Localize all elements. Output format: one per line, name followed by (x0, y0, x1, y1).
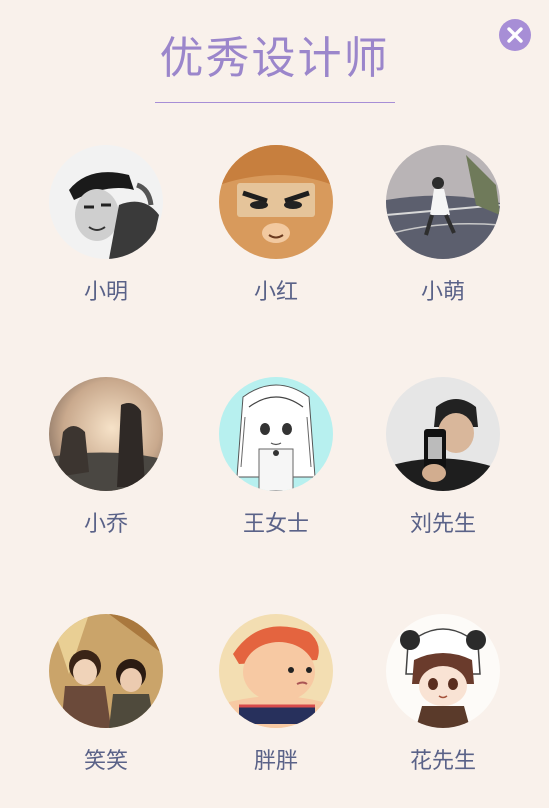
designer-name: 王女士 (242, 512, 309, 537)
designer-card-xiaomeng[interactable]: 小萌 (373, 145, 513, 307)
designer-card-xiaoxiao[interactable]: 笑笑 (36, 614, 176, 776)
avatar (49, 377, 163, 491)
avatar (386, 614, 500, 728)
designer-card-xiaoming[interactable]: 小明 (36, 145, 176, 307)
avatar (219, 377, 333, 491)
designer-name: 小红 (253, 280, 298, 305)
designer-name: 小明 (83, 280, 128, 305)
designer-card-huaxiansheng[interactable]: 花先生 (373, 614, 513, 776)
avatar (386, 377, 500, 491)
designer-name: 笑笑 (83, 749, 128, 774)
designer-name: 小萌 (420, 280, 465, 305)
avatar (219, 614, 333, 728)
designer-name: 小乔 (83, 512, 128, 537)
avatar (386, 145, 500, 259)
designer-card-liuxiansheng[interactable]: 刘先生 (373, 377, 513, 539)
designer-name: 胖胖 (253, 749, 298, 774)
designer-grid: 小明 小红 小萌 小乔 王女士 刘先生 笑笑 胖胖 花先生 (0, 0, 549, 808)
designer-card-xiaoqiao[interactable]: 小乔 (36, 377, 176, 539)
designer-card-pangpang[interactable]: 胖胖 (206, 614, 346, 776)
designer-card-xiaohong[interactable]: 小红 (206, 145, 346, 307)
designer-name: 刘先生 (409, 512, 476, 537)
avatar (219, 145, 333, 259)
designer-card-wangnvshi[interactable]: 王女士 (206, 377, 346, 539)
avatar (49, 145, 163, 259)
designer-name: 花先生 (409, 749, 476, 774)
avatar (49, 614, 163, 728)
